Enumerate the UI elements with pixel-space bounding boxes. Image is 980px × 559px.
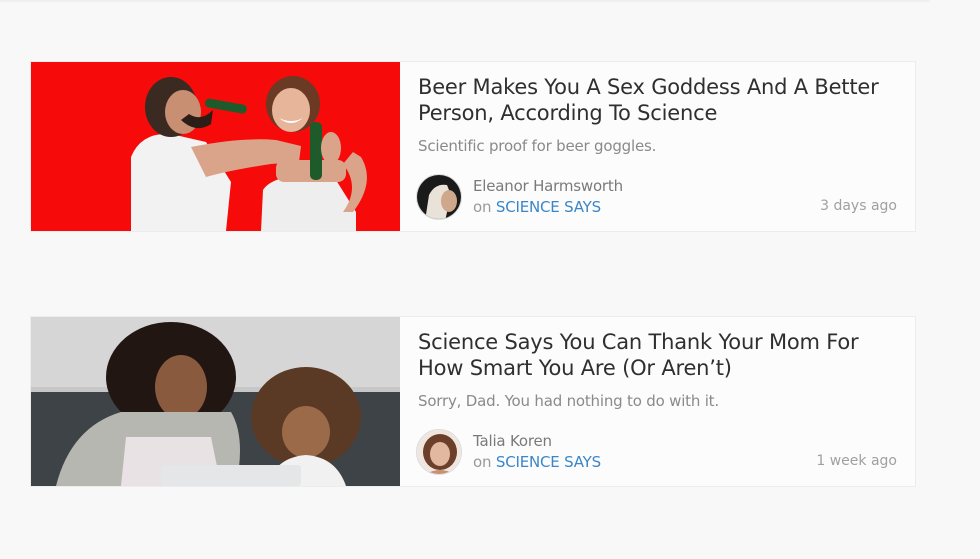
author-name[interactable]: Eleanor Harmsworth	[473, 176, 623, 197]
article-card[interactable]: Science Says You Can Thank Your Mom For …	[30, 316, 916, 487]
timestamp: 3 days ago	[820, 198, 897, 214]
author-avatar[interactable]	[416, 174, 462, 220]
mother-daughter-image	[31, 317, 400, 486]
article-title[interactable]: Beer Makes You A Sex Goddess And A Bette…	[418, 74, 897, 126]
avatar-image	[417, 175, 461, 219]
avatar-image	[417, 430, 461, 474]
article-dek: Scientific proof for beer goggles.	[418, 137, 657, 155]
article-card[interactable]: Beer Makes You A Sex Goddess And A Bette…	[30, 61, 916, 232]
article-thumbnail[interactable]	[31, 62, 400, 231]
section-line: on SCIENCE SAYS	[473, 197, 623, 218]
article-thumbnail[interactable]	[31, 317, 400, 486]
byline: Eleanor Harmsworth on SCIENCE SAYS	[416, 174, 623, 220]
timestamp: 1 week ago	[816, 453, 897, 469]
beer-couple-image	[31, 62, 400, 231]
byline-text: Talia Koren on SCIENCE SAYS	[473, 431, 601, 473]
section-link[interactable]: SCIENCE SAYS	[496, 453, 601, 471]
on-prefix: on	[473, 198, 492, 216]
on-prefix: on	[473, 453, 492, 471]
section-link[interactable]: SCIENCE SAYS	[496, 198, 601, 216]
byline-text: Eleanor Harmsworth on SCIENCE SAYS	[473, 176, 623, 218]
article-title[interactable]: Science Says You Can Thank Your Mom For …	[418, 329, 897, 381]
header-shadow	[0, 0, 930, 3]
article-body: Beer Makes You A Sex Goddess And A Bette…	[400, 62, 915, 231]
article-dek: Sorry, Dad. You had nothing to do with i…	[418, 392, 719, 410]
author-avatar[interactable]	[416, 429, 462, 475]
author-name[interactable]: Talia Koren	[473, 431, 601, 452]
byline: Talia Koren on SCIENCE SAYS	[416, 429, 601, 475]
article-body: Science Says You Can Thank Your Mom For …	[400, 317, 915, 486]
section-line: on SCIENCE SAYS	[473, 452, 601, 473]
